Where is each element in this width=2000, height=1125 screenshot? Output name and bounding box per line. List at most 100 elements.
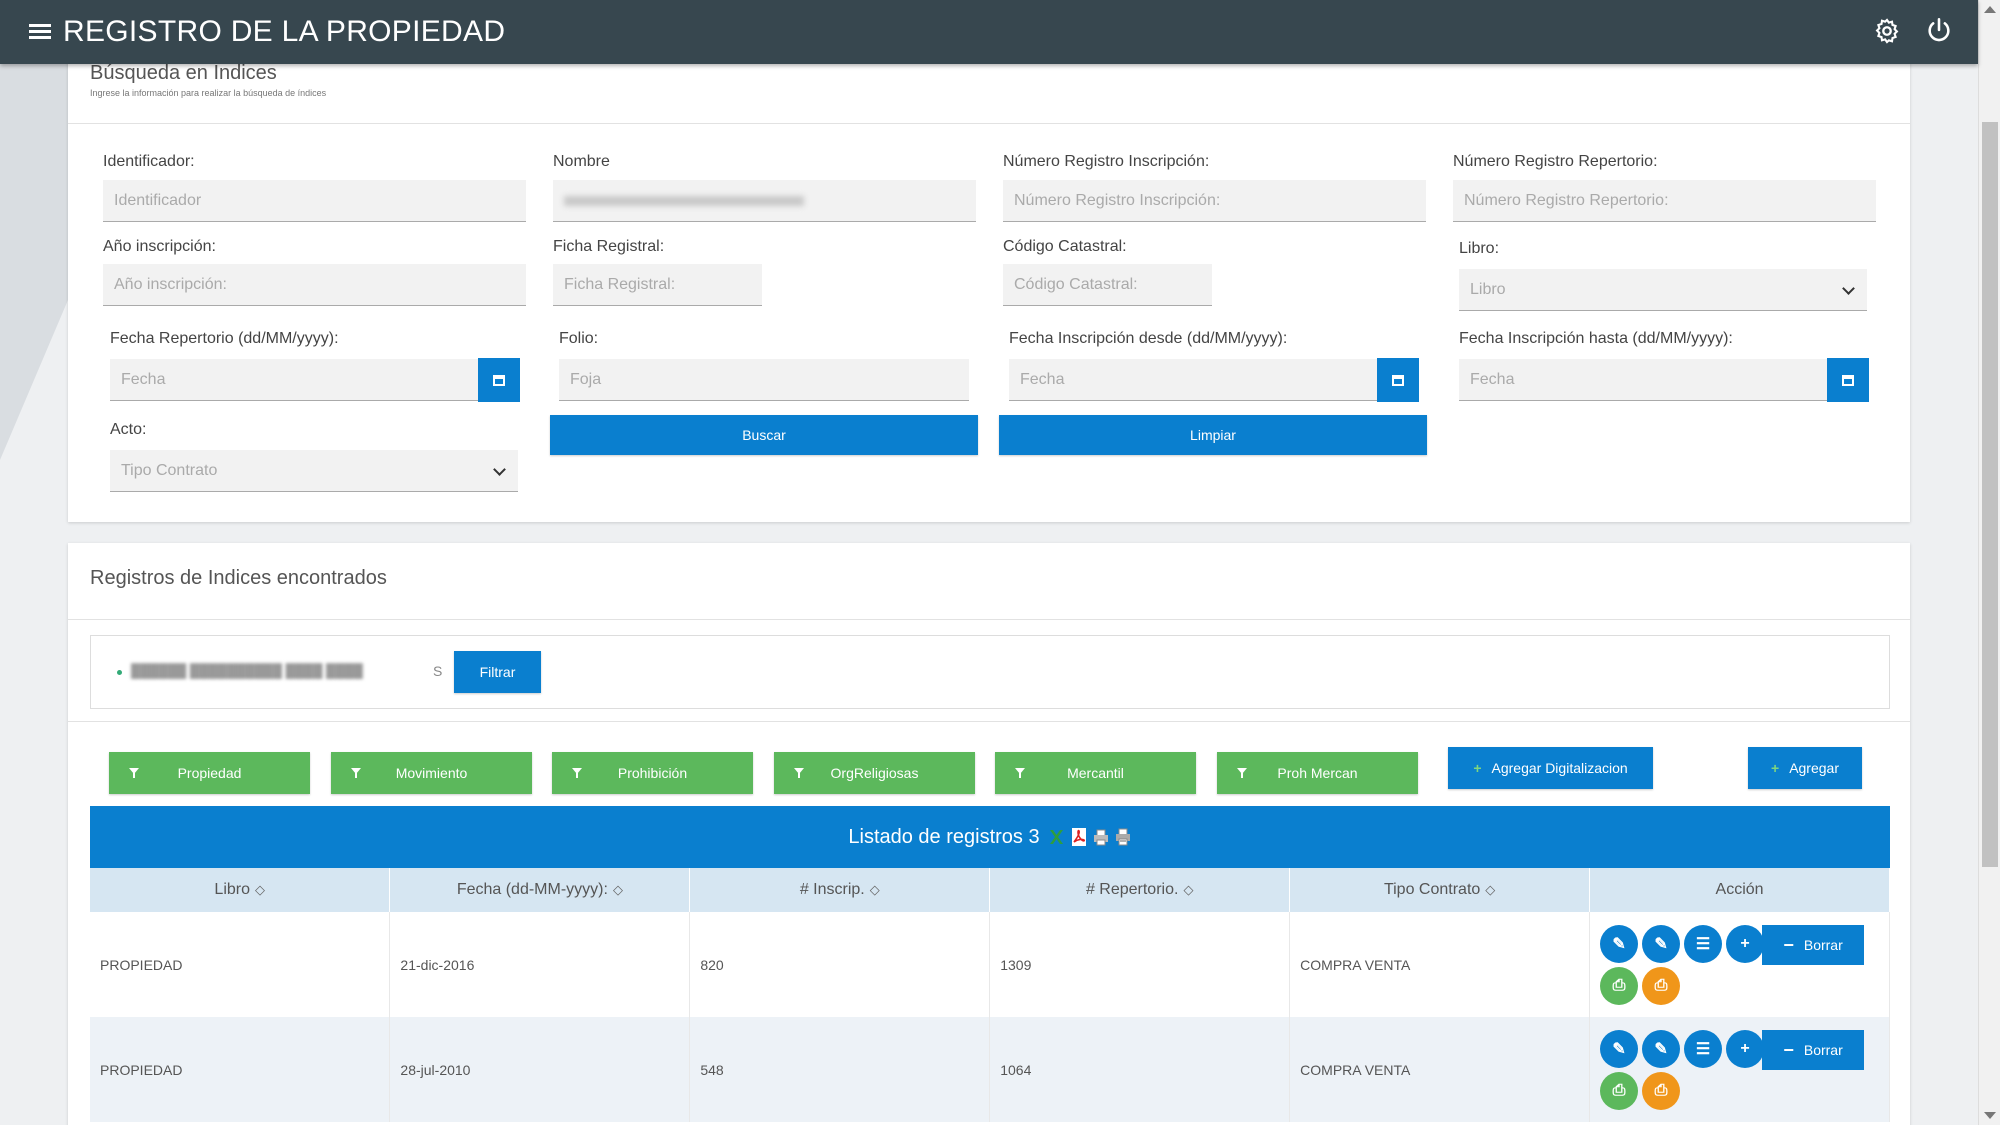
nombre-input[interactable] bbox=[553, 180, 976, 222]
results-table: Libro ◇ Fecha (dd-MM-yyyy): ◇ # Inscrip. ◇ … bbox=[90, 868, 1890, 1122]
list-header: Listado de registros 3 bbox=[90, 806, 1890, 868]
list-title: Listado de registros 3 bbox=[848, 825, 1040, 848]
add-icon[interactable]: + bbox=[1726, 1030, 1765, 1068]
column-header-tipo-contrato[interactable]: Tipo Contrato ◇ bbox=[1289, 868, 1591, 912]
num-inscripcion-input[interactable]: Número Registro Inscripción: bbox=[1003, 180, 1426, 222]
sort-icon: ◇ bbox=[869, 882, 880, 897]
column-header-libro[interactable]: Libro ◇ bbox=[90, 868, 391, 912]
agregar-digitalizacion-button[interactable]: + Agregar Digitalizacion bbox=[1448, 747, 1653, 789]
folio-label: Folio: bbox=[559, 330, 599, 347]
anio-input[interactable]: Año inscripción: bbox=[103, 264, 526, 306]
cell-repertorio: 1064 bbox=[989, 1017, 1291, 1122]
minus-icon: − bbox=[1783, 1039, 1794, 1060]
column-header-fecha[interactable]: Fecha (dd-MM-yyyy): ◇ bbox=[389, 868, 691, 912]
divider bbox=[68, 123, 1910, 124]
filter-label: Prohibición bbox=[617, 765, 688, 781]
results-card: Registros de Indices encontrados ██████ … bbox=[68, 543, 1910, 1125]
sort-icon: ◇ bbox=[1183, 882, 1194, 897]
agregar-label: Agregar bbox=[1789, 760, 1839, 776]
excel-icon[interactable] bbox=[1048, 827, 1066, 847]
borrar-label: Borrar bbox=[1803, 1042, 1843, 1058]
calendar-icon[interactable] bbox=[1827, 358, 1869, 402]
edit-icon[interactable]: ✎ bbox=[1600, 1030, 1639, 1068]
ficha-input[interactable]: Ficha Registral: bbox=[553, 264, 762, 306]
edit-alt-icon[interactable]: ✎ bbox=[1642, 925, 1681, 963]
cell-actions: ✎ ✎ ☰ + − Borrar ⎙ ⎙ bbox=[1589, 912, 1890, 1017]
nombre-redacted-value bbox=[564, 195, 804, 206]
catastral-label: Código Catastral: bbox=[1003, 238, 1127, 255]
pdf-icon[interactable] bbox=[1070, 827, 1088, 847]
sort-icon: ◇ bbox=[1485, 882, 1496, 897]
sort-icon: ◇ bbox=[612, 882, 623, 897]
list-details-icon[interactable]: ☰ bbox=[1684, 1030, 1723, 1068]
anio-label: Año inscripción: bbox=[103, 238, 216, 255]
cell-inscrip: 820 bbox=[689, 912, 991, 1017]
print-all-icon[interactable] bbox=[1114, 827, 1132, 847]
active-filter-tail: S bbox=[433, 663, 443, 679]
cell-fecha: 21-dic-2016 bbox=[389, 912, 691, 1017]
calendar-icon[interactable] bbox=[1377, 358, 1419, 402]
agregar-button[interactable]: + Agregar bbox=[1748, 747, 1862, 789]
borrar-button[interactable]: − Borrar bbox=[1762, 1030, 1865, 1070]
add-icon[interactable]: + bbox=[1726, 925, 1765, 963]
cell-actions: ✎ ✎ ☰ + − Borrar ⎙ ⎙ bbox=[1589, 1017, 1890, 1122]
filter-mercantil-button[interactable]: Mercantil bbox=[995, 752, 1196, 794]
scrollbar-thumb[interactable] bbox=[1982, 122, 1998, 867]
num-repertorio-label: Número Registro Repertorio: bbox=[1453, 153, 1658, 170]
edit-icon[interactable]: ✎ bbox=[1600, 925, 1639, 963]
plus-icon: + bbox=[1473, 760, 1482, 776]
fecha-repertorio-label: Fecha Repertorio (dd/MM/yyyy): bbox=[110, 330, 339, 347]
page-scrollbar[interactable] bbox=[1978, 0, 2000, 1125]
settings-gear-icon[interactable] bbox=[1870, 14, 1904, 48]
edit-alt-icon[interactable]: ✎ bbox=[1642, 1030, 1681, 1068]
catastral-input[interactable]: Código Catastral: bbox=[1003, 264, 1212, 306]
scroll-up-icon[interactable] bbox=[1984, 6, 1996, 13]
print-icon[interactable]: ⎙ bbox=[1600, 1072, 1639, 1110]
ficha-label: Ficha Registral: bbox=[553, 238, 665, 255]
nombre-label: Nombre bbox=[553, 153, 610, 170]
scroll-down-icon[interactable] bbox=[1984, 1112, 1996, 1119]
cell-tipo-contrato: COMPRA VENTA bbox=[1289, 912, 1591, 1017]
filtrar-button[interactable]: Filtrar bbox=[454, 651, 541, 693]
column-label: Tipo Contrato bbox=[1383, 881, 1481, 898]
filter-icon bbox=[351, 768, 361, 778]
filter-prohibicion-button[interactable]: Prohibición bbox=[552, 752, 753, 794]
cell-fecha: 28-jul-2010 bbox=[389, 1017, 691, 1122]
identificador-input[interactable]: Identificador bbox=[103, 180, 526, 222]
identificador-label: Identificador: bbox=[103, 153, 195, 170]
borrar-button[interactable]: − Borrar bbox=[1762, 925, 1865, 965]
fecha-desde-input[interactable]: Fecha bbox=[1009, 359, 1377, 401]
list-details-icon[interactable]: ☰ bbox=[1684, 925, 1723, 963]
acto-label: Acto: bbox=[110, 421, 147, 438]
top-app-bar: REGISTRO DE LA PROPIEDAD bbox=[0, 0, 1978, 64]
limpiar-button[interactable]: Limpiar bbox=[999, 415, 1427, 455]
filter-proh-mercan-button[interactable]: Proh Mercan bbox=[1217, 752, 1418, 794]
filter-label: Propiedad bbox=[177, 765, 242, 781]
column-header-inscrip[interactable]: # Inscrip. ◇ bbox=[689, 868, 991, 912]
cell-repertorio: 1309 bbox=[989, 912, 1291, 1017]
filter-icon bbox=[1237, 768, 1247, 778]
filter-icon bbox=[1015, 768, 1025, 778]
print-orange-icon[interactable]: ⎙ bbox=[1642, 967, 1681, 1005]
print-icon[interactable] bbox=[1092, 827, 1110, 847]
acto-select[interactable]: Tipo Contrato bbox=[110, 450, 518, 492]
filter-label: Movimiento bbox=[395, 765, 468, 781]
fecha-hasta-input[interactable]: Fecha bbox=[1459, 359, 1827, 401]
column-header-repertorio[interactable]: # Repertorio. ◇ bbox=[989, 868, 1291, 912]
power-logout-icon[interactable] bbox=[1922, 14, 1956, 48]
active-filter-redacted: ██████ ██████████ ████ ████ bbox=[131, 663, 363, 678]
num-repertorio-input[interactable]: Número Registro Repertorio: bbox=[1453, 180, 1876, 222]
fecha-repertorio-input[interactable]: Fecha bbox=[110, 359, 478, 401]
print-orange-icon[interactable]: ⎙ bbox=[1642, 1072, 1681, 1110]
buscar-button[interactable]: Buscar bbox=[550, 415, 978, 455]
libro-select[interactable]: Libro bbox=[1459, 269, 1867, 311]
filter-movimiento-button[interactable]: Movimiento bbox=[331, 752, 532, 794]
folio-input[interactable]: Foja bbox=[559, 359, 969, 401]
fecha-desde-label: Fecha Inscripción desde (dd/MM/yyyy): bbox=[1009, 330, 1288, 347]
hamburger-menu-icon[interactable] bbox=[29, 24, 51, 40]
divider bbox=[68, 721, 1910, 722]
calendar-icon[interactable] bbox=[478, 358, 520, 402]
print-icon[interactable]: ⎙ bbox=[1600, 967, 1639, 1005]
filter-propiedad-button[interactable]: Propiedad bbox=[109, 752, 310, 794]
filter-orgreligiosas-button[interactable]: OrgReligiosas bbox=[774, 752, 975, 794]
